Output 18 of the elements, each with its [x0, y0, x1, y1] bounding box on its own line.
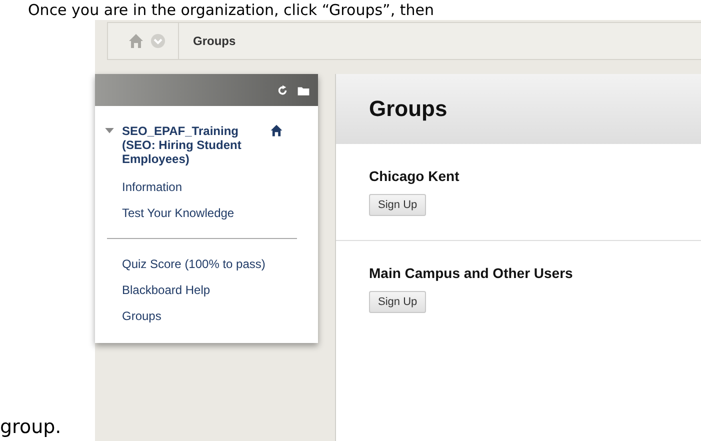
group-name: Main Campus and Other Users [369, 265, 573, 281]
document-text: Once you are in the organization, click “Groups”, then [27, 0, 435, 20]
sign-up-button[interactable]: Sign Up [369, 291, 426, 313]
menu-link[interactable]: Quiz Score (100% to pass) [105, 251, 308, 277]
menu-link[interactable]: Blackboard Help [105, 277, 308, 303]
sign-up-button[interactable]: Sign Up [369, 194, 426, 216]
document-text: group. [0, 415, 62, 440]
page-title: Groups [369, 96, 448, 122]
course-title-link[interactable]: SEO_EPAF_Training (SEO: Hiring Student Employees) [122, 124, 262, 166]
menu-link[interactable]: Test Your Knowledge [105, 200, 308, 226]
menu-link[interactable]: Information [105, 174, 308, 200]
home-icon [270, 124, 283, 137]
breadcrumb-item[interactable]: Groups [193, 34, 236, 48]
refresh-icon[interactable] [276, 84, 289, 96]
group-name: Chicago Kent [369, 168, 460, 184]
expand-triangle-icon[interactable] [105, 128, 114, 135]
home-icon[interactable] [128, 33, 144, 49]
menu-link[interactable]: Groups [105, 303, 308, 329]
